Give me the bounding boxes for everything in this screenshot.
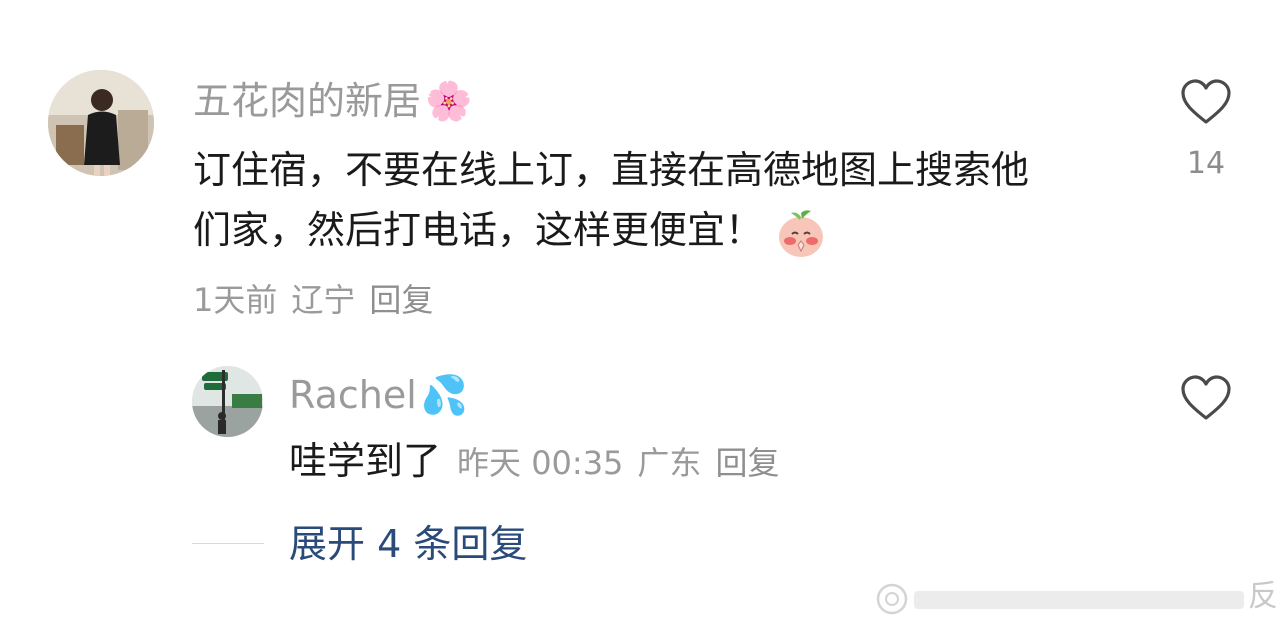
reply-button[interactable]: 回复 xyxy=(369,281,433,319)
replier-username[interactable]: Rachel 💦 xyxy=(289,372,468,418)
reply-line: 哇学到了 昨天 00:35 广东 回复 xyxy=(289,438,793,492)
watermark-text: 反 xyxy=(1248,579,1278,614)
replier-avatar[interactable] xyxy=(192,366,263,437)
like-count: 14 xyxy=(1186,146,1226,181)
comment-time: 1天前 xyxy=(193,281,278,319)
comment-text-line-2: 们家，然后打电话，这样更便宜！ xyxy=(193,200,1153,260)
username-text: 五花肉的新居 xyxy=(193,79,422,123)
reply-location: 广东 xyxy=(637,444,702,482)
reply-time: 昨天 00:35 xyxy=(457,444,624,482)
avatar-photo xyxy=(192,366,263,437)
comment-meta: 1天前 辽宁 回复 xyxy=(193,280,447,320)
comment-location: 辽宁 xyxy=(291,281,356,319)
reply-text: 哇学到了 xyxy=(289,439,442,483)
weibo-watermark: 反 xyxy=(870,575,1280,619)
comment-text-line-1: 订住宿，不要在线上订，直接在高德地图上搜索他 xyxy=(193,148,1030,192)
comment-body: 订住宿，不要在线上订，直接在高德地图上搜索他 们家，然后打电话，这样更便宜！ xyxy=(193,140,1153,260)
reply-reply-button[interactable]: 回复 xyxy=(715,444,779,482)
expand-replies-link[interactable]: 展开 4 条回复 xyxy=(289,520,527,568)
heart-outline-icon xyxy=(1181,79,1231,124)
commenter-avatar[interactable] xyxy=(48,70,154,176)
heart-outline-icon xyxy=(1181,375,1231,420)
sweat-droplets-emoji-icon: 💦 xyxy=(420,373,469,417)
reply-meta: 昨天 00:35 广东 回复 xyxy=(457,444,793,482)
weibo-watermark-icon xyxy=(876,583,1244,615)
blushing-peach-sticker-icon xyxy=(775,207,827,259)
reply-like-button[interactable] xyxy=(1180,374,1232,422)
avatar-photo xyxy=(48,70,154,176)
expand-divider xyxy=(192,543,264,544)
cherry-blossom-emoji-icon: 🌸 xyxy=(425,79,473,123)
like-button[interactable] xyxy=(1180,78,1232,126)
commenter-username[interactable]: 五花肉的新居 🌸 xyxy=(193,78,472,124)
username-text: Rachel xyxy=(289,373,417,417)
